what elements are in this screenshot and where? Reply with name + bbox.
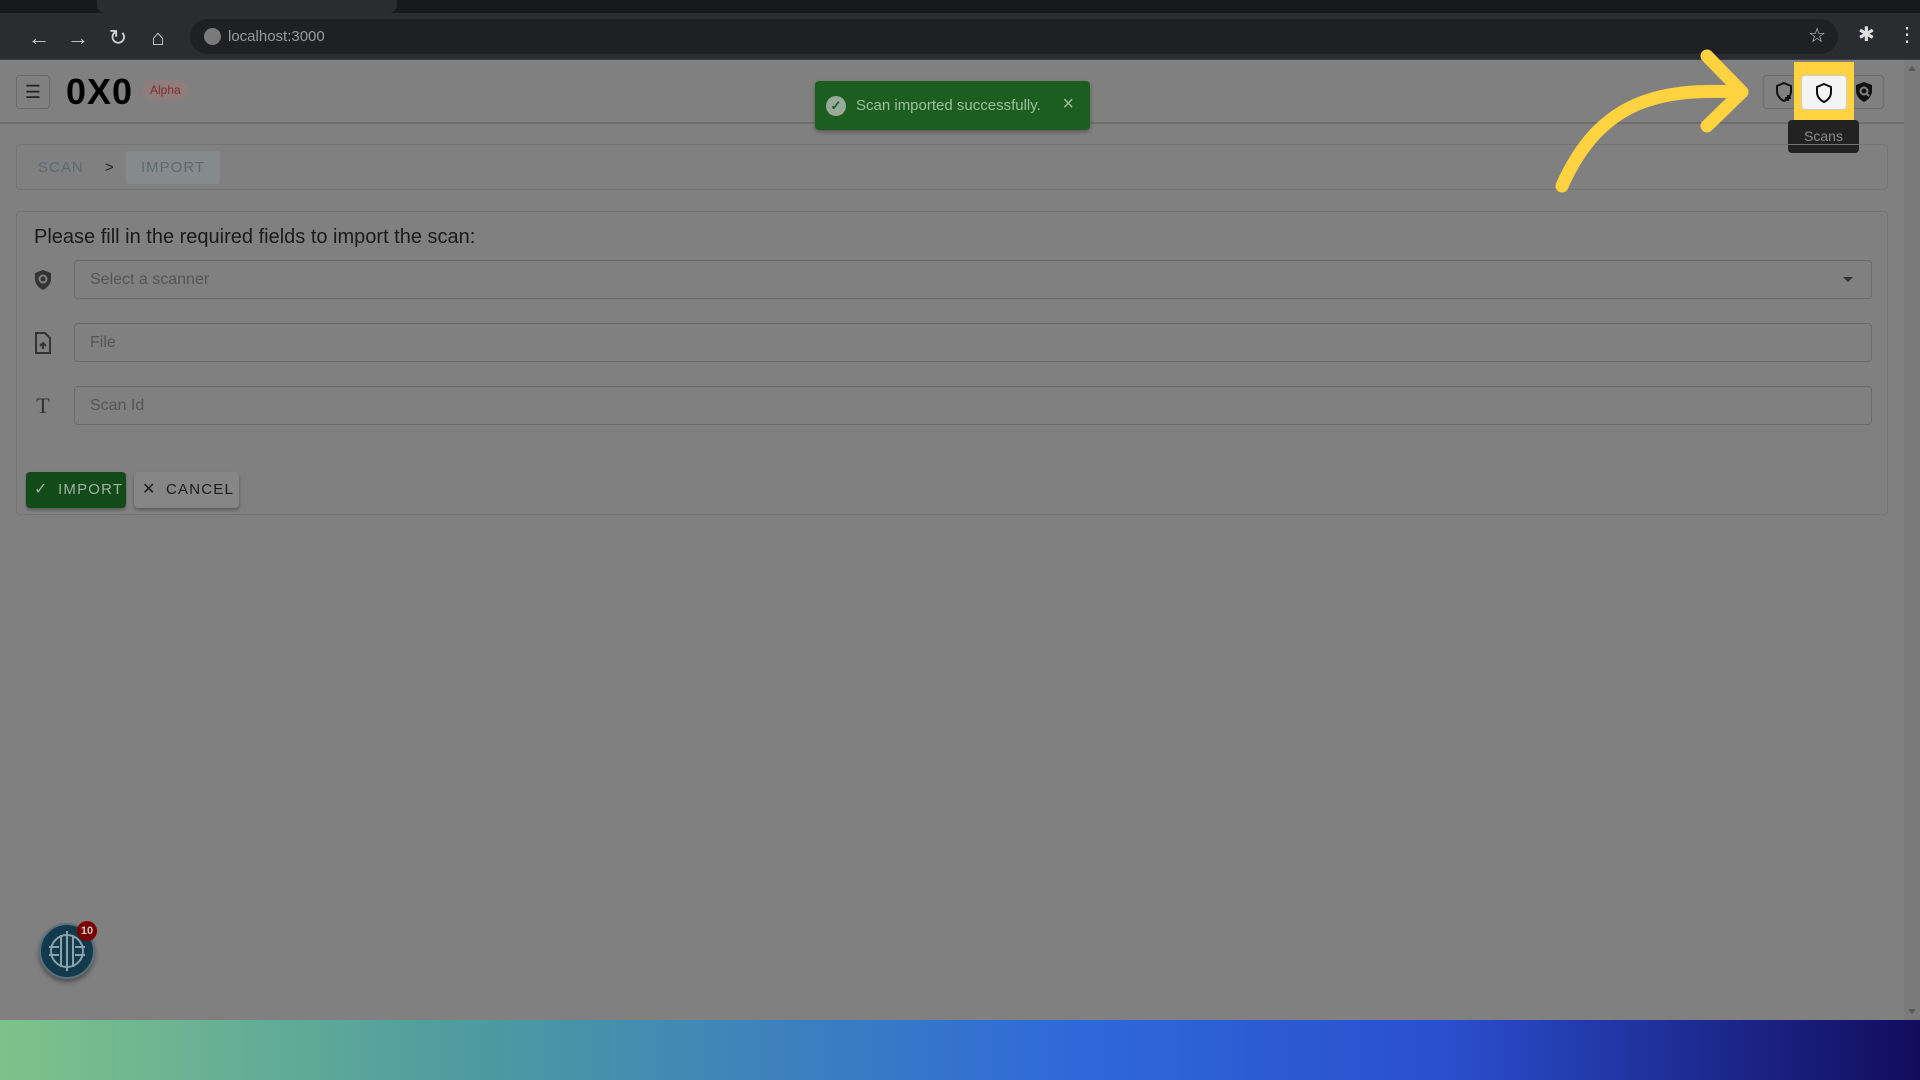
success-toast: ✓ Scan imported successfully. × — [815, 81, 1090, 130]
shield-icon — [1816, 82, 1832, 103]
highlight-box — [1794, 62, 1854, 122]
shield-search-icon — [31, 268, 55, 292]
close-icon[interactable]: × — [1062, 93, 1074, 116]
browser-tab[interactable] — [97, 0, 397, 13]
breadcrumb-separator: > — [105, 159, 115, 176]
scan-id-placeholder: Scan Id — [90, 397, 145, 414]
browser-toolbar: ← → ↻ ⌂ localhost:3000 ☆ ✱ ⋮ — [0, 13, 1920, 60]
file-input[interactable]: File — [74, 323, 1872, 362]
text-icon: T — [36, 393, 50, 418]
import-button[interactable]: ✓ IMPORT — [26, 472, 126, 508]
scrollbar[interactable] — [1904, 60, 1920, 1020]
check-icon: ✓ — [34, 481, 49, 498]
desktop-background-strip — [0, 1020, 1920, 1080]
alpha-badge: Alpha — [142, 80, 189, 100]
menu-button[interactable]: ☰ — [16, 75, 50, 109]
notification-badge: 10 — [77, 921, 97, 941]
globe-icon — [204, 28, 221, 45]
url-text: localhost:3000 — [228, 28, 325, 45]
scanner-select[interactable]: Select a scanner — [74, 260, 1872, 299]
toast-message: Scan imported successfully. — [856, 97, 1041, 114]
home-icon[interactable]: ⌂ — [143, 23, 173, 53]
back-icon[interactable]: ← — [24, 23, 54, 53]
file-upload-icon — [31, 331, 55, 355]
forward-icon[interactable]: → — [63, 23, 93, 53]
check-circle-icon: ✓ — [826, 96, 846, 116]
bookmark-star-icon[interactable]: ☆ — [1808, 23, 1826, 48]
shield-plus-icon — [1776, 81, 1792, 103]
shield-search-icon — [1856, 82, 1872, 102]
breadcrumb-import[interactable]: IMPORT — [126, 151, 221, 184]
scanner-placeholder: Select a scanner — [90, 271, 210, 288]
scans-button[interactable] — [1801, 75, 1847, 110]
address-bar[interactable]: localhost:3000 ☆ — [190, 19, 1838, 54]
file-placeholder: File — [90, 334, 116, 351]
import-label: IMPORT — [58, 481, 124, 498]
browser-menu-icon[interactable]: ⋮ — [1897, 22, 1917, 47]
close-icon: ✕ — [142, 481, 157, 498]
logo: 0X0 — [66, 71, 134, 112]
breadcrumb: SCAN > IMPORT — [16, 144, 1888, 190]
cancel-button[interactable]: ✕ CANCEL — [134, 472, 239, 508]
scan-id-input[interactable]: Scan Id — [74, 386, 1872, 425]
extensions-icon[interactable]: ✱ — [1858, 22, 1875, 47]
form-title: Please fill in the required fields to im… — [34, 226, 476, 248]
reload-icon[interactable]: ↻ — [103, 23, 133, 53]
browser-tab-strip — [0, 0, 1920, 13]
caret-down-icon — [1843, 277, 1853, 282]
cancel-label: CANCEL — [166, 481, 235, 498]
import-form: Please fill in the required fields to im… — [16, 211, 1888, 515]
breadcrumb-scan[interactable]: SCAN — [38, 159, 84, 176]
